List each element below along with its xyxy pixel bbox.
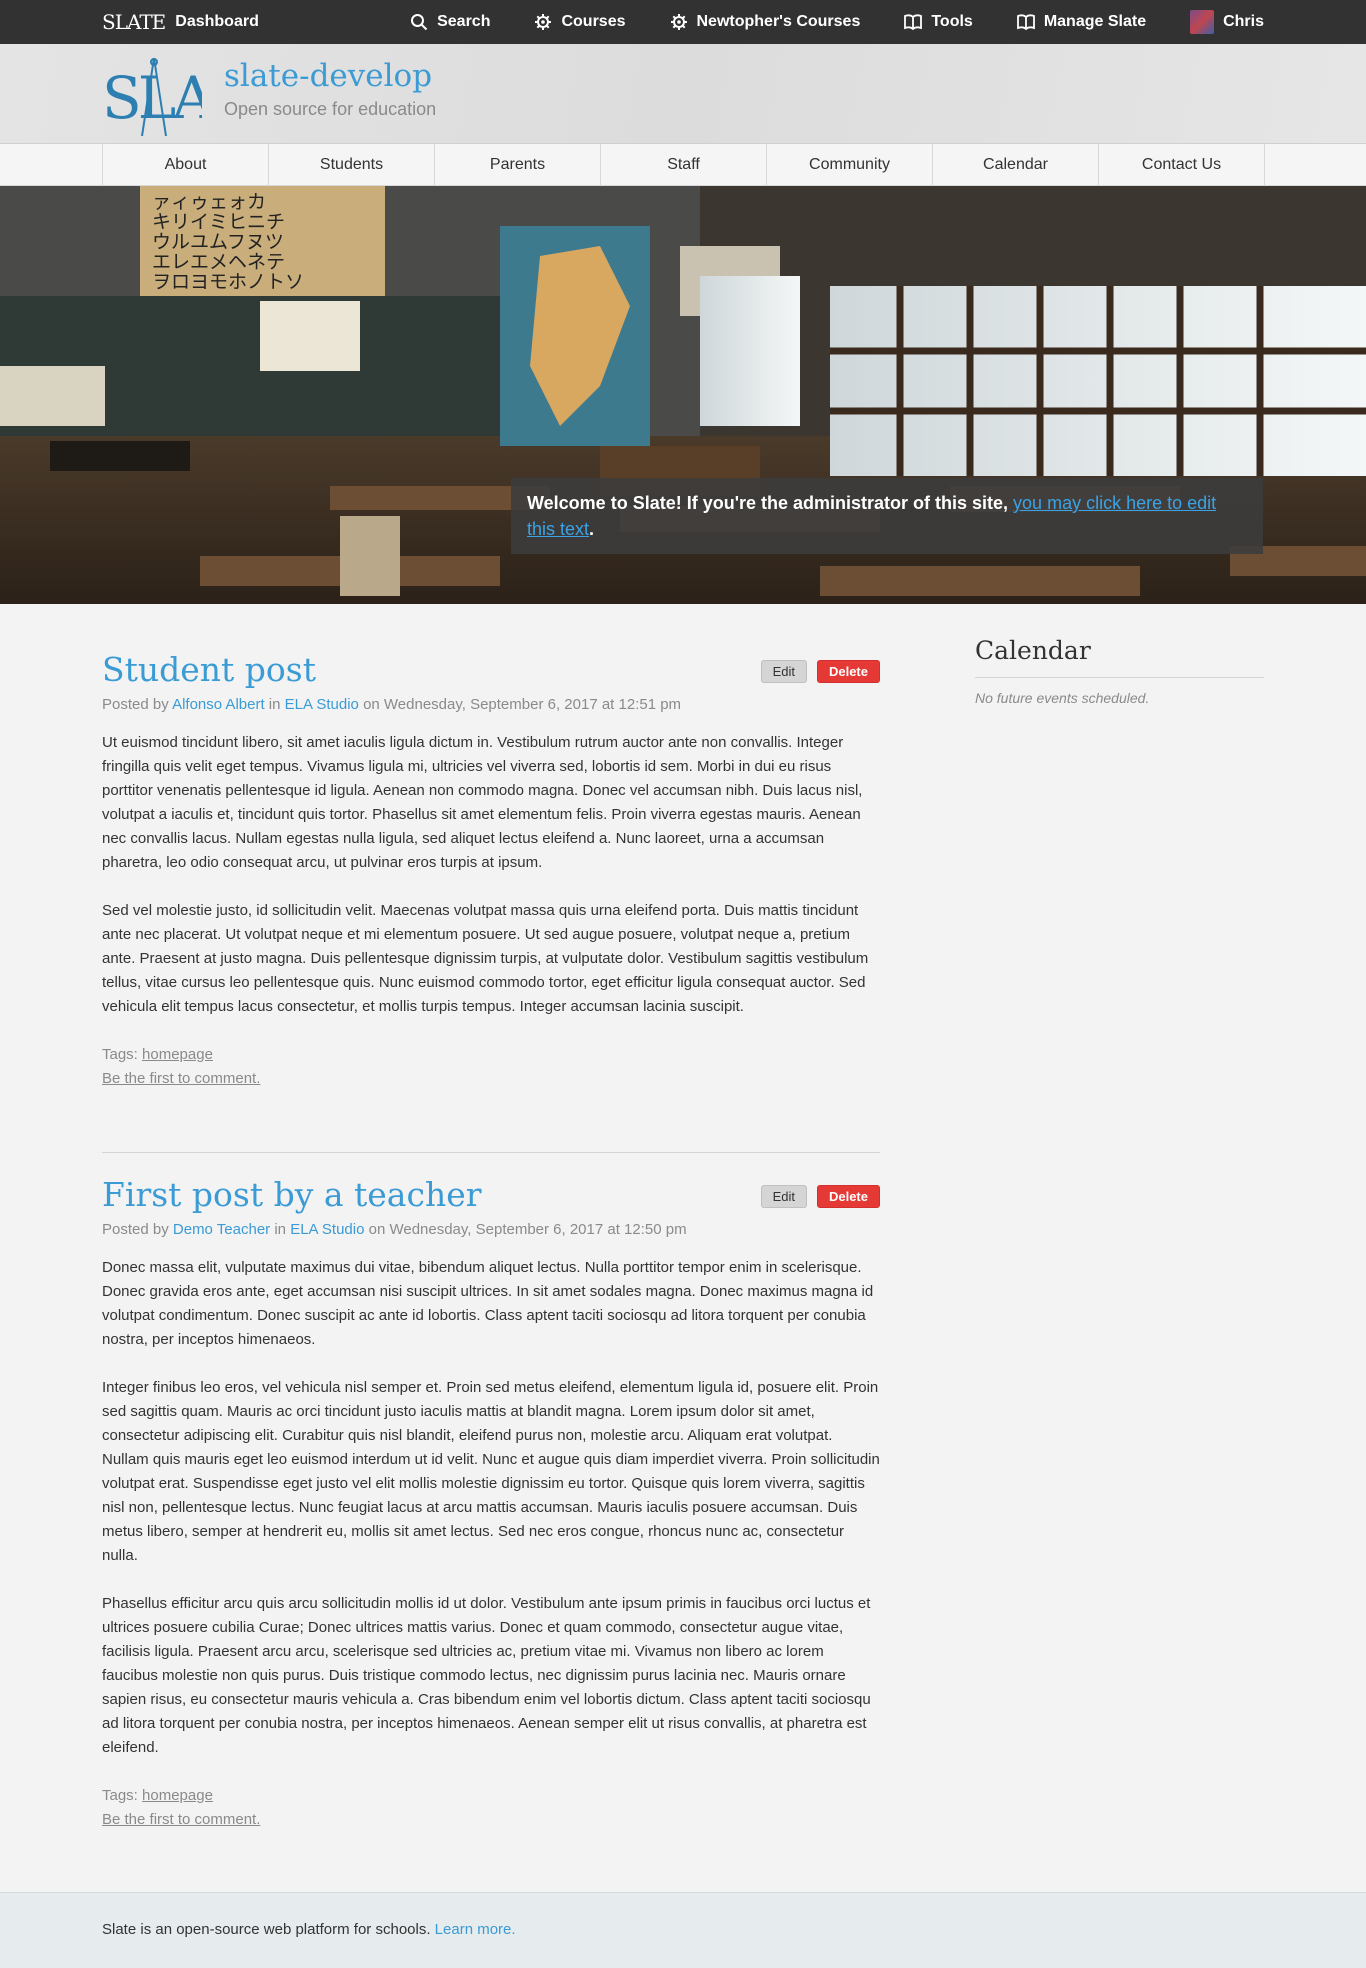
tags-label: Tags: — [102, 1046, 138, 1063]
author-link[interactable]: Demo Teacher — [173, 1221, 270, 1238]
search-label: Search — [437, 13, 491, 30]
delete-button[interactable]: Delete — [816, 1185, 880, 1208]
tag-link[interactable]: homepage — [142, 1787, 213, 1804]
gear-icon — [670, 14, 687, 30]
comment-prompt: Be the first to comment. — [102, 1067, 880, 1091]
comment-link[interactable]: Be the first to comment. — [102, 1070, 260, 1087]
post-meta: Posted by Alfonso Albert in ELA Studio o… — [102, 696, 880, 713]
user-menu[interactable]: Chris — [1190, 10, 1264, 34]
sign-line-4: エレエメヘネテ — [152, 251, 285, 273]
top-nav: Search Courses Newtopher's Courses Tools… — [410, 0, 1264, 44]
book-icon — [904, 14, 923, 31]
sign-line-2: キリイミヒニチ — [152, 211, 285, 233]
search-icon — [411, 14, 428, 31]
book-icon — [1016, 14, 1035, 31]
calendar-heading: Calendar — [975, 636, 1264, 678]
nav-contact-us[interactable]: Contact Us — [1099, 144, 1265, 186]
welcome-end: . — [589, 519, 595, 539]
in-label: in — [274, 1221, 287, 1238]
welcome-message: Welcome to Slate! If you're the administ… — [511, 478, 1263, 554]
no-events-message: No future events scheduled. — [975, 690, 1150, 706]
post-paragraph: Phasellus efficitur arcu quis arcu solli… — [102, 1595, 871, 1756]
my-courses-label: Newtopher's Courses — [696, 13, 861, 30]
tag-link[interactable]: homepage — [142, 1046, 213, 1063]
group-link[interactable]: ELA Studio — [290, 1221, 364, 1238]
avatar — [1190, 10, 1215, 34]
post-tags: Tags: homepage — [102, 1043, 880, 1067]
post-divider — [102, 1152, 880, 1153]
edit-button[interactable]: Edit — [760, 1185, 807, 1208]
post-date: on Wednesday, September 6, 2017 at 12:50… — [368, 1221, 687, 1238]
nav-community[interactable]: Community — [767, 144, 933, 186]
edit-button[interactable]: Edit — [760, 660, 807, 683]
dashboard-link[interactable]: SLATE Dashboard — [102, 0, 259, 44]
nav-about[interactable]: About — [103, 144, 269, 186]
footer-description: Slate is an open-source web platform for… — [102, 1921, 435, 1938]
post-paragraph: Ut euismod tincidunt libero, sit amet ia… — [102, 734, 863, 871]
posted-by-label: Posted by — [102, 696, 169, 713]
site-header: SLATE slate-develop Open source for educ… — [0, 44, 1366, 144]
group-link[interactable]: ELA Studio — [285, 696, 359, 713]
post-paragraph: Sed vel molestie justo, id sollicitudin … — [102, 902, 869, 1015]
delete-button[interactable]: Delete — [816, 660, 880, 683]
courses-link[interactable]: Courses — [534, 13, 626, 31]
manage-slate-link[interactable]: Manage Slate — [1016, 13, 1147, 31]
comment-link[interactable]: Be the first to comment. — [102, 1811, 260, 1828]
main-nav: About Students Parents Staff Community C… — [0, 144, 1366, 186]
comment-prompt: Be the first to comment. — [102, 1808, 880, 1832]
slate-mini-logo: SLATE — [102, 10, 166, 34]
post-date: on Wednesday, September 6, 2017 at 12:51… — [363, 696, 682, 713]
dashboard-label: Dashboard — [175, 13, 259, 30]
tags-label: Tags: — [102, 1787, 138, 1804]
user-name: Chris — [1223, 13, 1264, 30]
gear-icon — [535, 14, 552, 30]
my-courses-link[interactable]: Newtopher's Courses — [670, 13, 861, 31]
sign-line-5: ヲロヨモホノトソ — [152, 271, 304, 293]
search-link[interactable]: Search — [410, 13, 490, 31]
top-bar: SLATE Dashboard Search Courses Newtopher… — [0, 0, 1366, 44]
post-tags: Tags: homepage — [102, 1784, 880, 1808]
calendar-sidebar: Calendar No future events scheduled. — [975, 636, 1264, 706]
nav-calendar[interactable]: Calendar — [933, 144, 1099, 186]
post-actions: Edit Delete — [760, 1185, 880, 1208]
site-name[interactable]: slate-develop — [224, 58, 432, 94]
post-actions: Edit Delete — [760, 660, 880, 683]
post-paragraph: Integer finibus leo eros, vel vehicula n… — [102, 1379, 880, 1564]
blog-post: Student post Edit Delete Posted by Alfon… — [102, 648, 880, 1091]
tools-label: Tools — [931, 13, 973, 30]
sign-line-1: ァィゥェォカ — [152, 191, 266, 213]
footer-text: Slate is an open-source web platform for… — [102, 1921, 516, 1938]
site-tagline: Open source for education — [224, 99, 437, 119]
nav-staff[interactable]: Staff — [601, 144, 767, 186]
manage-slate-label: Manage Slate — [1043, 13, 1147, 30]
tools-link[interactable]: Tools — [904, 13, 973, 31]
site-footer: Slate is an open-source web platform for… — [0, 1892, 1366, 1968]
sign-line-3: ウルユムフヌツ — [152, 231, 284, 253]
posted-by-label: Posted by — [102, 1221, 169, 1238]
courses-label: Courses — [561, 13, 626, 30]
blog-post: First post by a teacher Edit Delete Post… — [102, 1173, 880, 1832]
nav-students[interactable]: Students — [269, 144, 435, 186]
learn-more-link[interactable]: Learn more. — [435, 1921, 516, 1938]
nav-parents[interactable]: Parents — [435, 144, 601, 186]
post-meta: Posted by Demo Teacher in ELA Studio on … — [102, 1221, 880, 1238]
in-label: in — [268, 696, 281, 713]
welcome-text: Welcome to Slate! If you're the administ… — [527, 493, 1014, 513]
author-link[interactable]: Alfonso Albert — [172, 696, 265, 713]
slate-logo[interactable]: SLATE — [102, 56, 202, 136]
post-paragraph: Donec massa elit, vulputate maximus dui … — [102, 1259, 874, 1348]
